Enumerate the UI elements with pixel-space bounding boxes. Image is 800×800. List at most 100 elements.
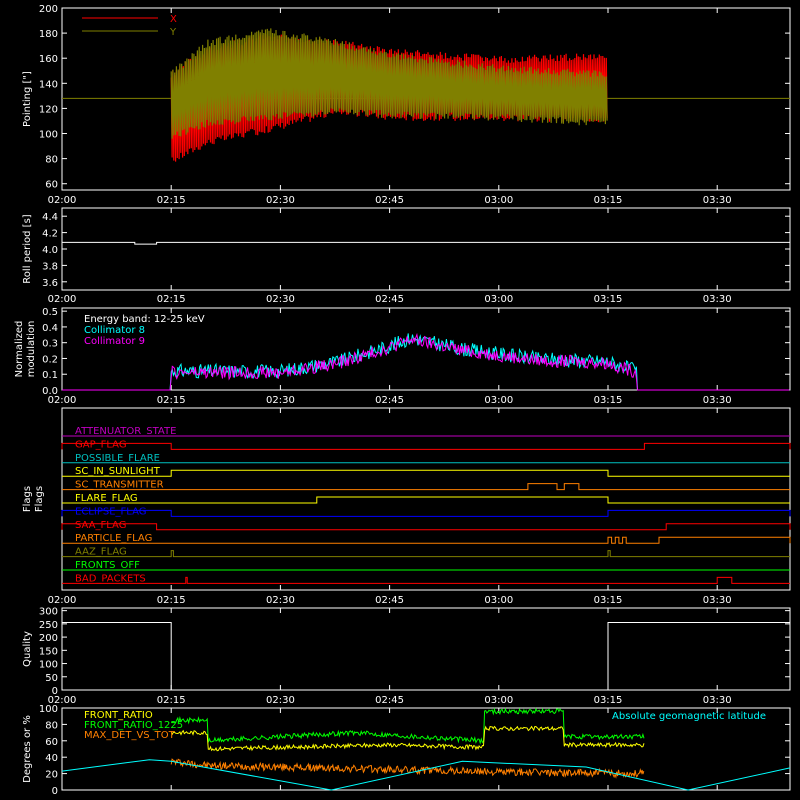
y-tick-label: 60 — [45, 180, 58, 191]
legend-label-geomagnetic-latitude: Absolute geomagnetic latitude — [612, 711, 766, 722]
y-tick-label: 4.4 — [42, 212, 58, 223]
y-tick-label: 140 — [39, 79, 58, 90]
y-tick-label: 100 — [39, 704, 58, 715]
y-axis-label: Pointing ["] — [22, 71, 33, 127]
legend-label-x: X — [170, 14, 177, 25]
x-tick-label: 02:00 — [48, 195, 77, 206]
flag-line-sc-in-sunlight — [62, 469, 790, 477]
x-tick-label: 03:15 — [594, 395, 623, 406]
y-axis-label: Degrees or % — [22, 715, 33, 783]
flag-label-flare-flag: FLARE_FLAG — [75, 493, 138, 504]
y-tick-label: 0.4 — [42, 323, 58, 334]
x-tick-label: 03:30 — [703, 294, 732, 305]
y-tick-label: 250 — [39, 620, 58, 631]
x-tick-label: 02:00 — [48, 294, 77, 305]
x-tick-label: 02:30 — [266, 395, 295, 406]
x-tick-label: 02:15 — [157, 195, 186, 206]
x-tick-label: 02:30 — [266, 195, 295, 206]
y-tick-label: 80 — [45, 155, 58, 166]
y-axis-label: Flags — [22, 486, 33, 512]
y-tick-label: 4.2 — [42, 229, 58, 240]
y-tick-label: 0 — [52, 686, 58, 697]
y-tick-label: 0.0 — [42, 386, 58, 397]
x-tick-label: 02:30 — [266, 294, 295, 305]
y-axis-label: Flags — [34, 486, 45, 512]
flag-line-saa-flag — [61, 523, 791, 531]
y-tick-label: 120 — [39, 104, 58, 115]
flag-label-particle-flag: PARTICLE_FLAG — [75, 533, 152, 544]
chart-canvas: 02:00 02:15 02:30 02:45 03:00 03:15 03:30 60 80 1… — [14, 4, 791, 797]
series-line-front-ratio-1225 — [171, 707, 645, 745]
x-tick-label: 03:00 — [484, 195, 513, 206]
flag-label-bad-packets: BAD_PACKETS — [75, 573, 146, 584]
y-tick-label: 0 — [52, 786, 58, 797]
x-tick-label: 02:45 — [375, 195, 404, 206]
x-tick-label: 03:30 — [703, 395, 732, 406]
x-tick-label: 02:45 — [375, 695, 404, 706]
x-tick-label: 03:30 — [703, 695, 732, 706]
y-tick-label: 200 — [39, 633, 58, 644]
y-tick-label: 3.6 — [42, 278, 58, 289]
panel-frame-roll — [61, 207, 791, 291]
y-tick-label: 160 — [39, 54, 58, 65]
x-tick-label: 02:45 — [375, 395, 404, 406]
flag-line-aaz-flag — [62, 550, 790, 558]
y-tick-label: 20 — [45, 770, 58, 781]
x-tick-label: 03:15 — [594, 195, 623, 206]
flag-label-saa-flag: SAA_FLAG — [75, 520, 126, 531]
y-tick-label: 80 — [45, 720, 58, 731]
x-tick-label: 02:15 — [157, 595, 186, 606]
x-tick-label: 03:00 — [484, 695, 513, 706]
legend-label-y: Y — [169, 27, 177, 38]
series-line-collimator-9 — [62, 332, 790, 391]
x-tick-label: 03:00 — [484, 395, 513, 406]
x-tick-label: 02:45 — [375, 595, 404, 606]
x-tick-label: 02:00 — [48, 595, 77, 606]
flag-label-sc-in-sunlight: SC_IN_SUNLIGHT — [75, 466, 161, 477]
y-tick-label: 100 — [39, 660, 58, 671]
x-tick-label: 03:00 — [484, 595, 513, 606]
x-tick-label: 02:30 — [266, 695, 295, 706]
series-line-quality — [62, 622, 790, 691]
annotation-energy-band: Energy band: 12-25 keV — [84, 314, 205, 325]
y-tick-label: 300 — [39, 607, 58, 618]
flag-label-aaz-flag: AAZ_FLAG — [75, 547, 127, 558]
y-tick-label: 4.0 — [42, 245, 58, 256]
y-tick-label: 40 — [45, 753, 58, 764]
x-tick-label: 02:15 — [157, 395, 186, 406]
y-tick-label: 0.2 — [42, 354, 58, 365]
x-tick-label: 02:30 — [266, 595, 295, 606]
x-tick-label: 03:15 — [594, 695, 623, 706]
series-line-roll — [62, 241, 790, 245]
legend-label-collimator-9: Collimator 9 — [84, 336, 145, 347]
flag-line-sc-transmitter — [62, 483, 790, 491]
x-tick-label: 03:15 — [594, 595, 623, 606]
x-tick-label: 02:15 — [157, 695, 186, 706]
y-tick-label: 100 — [39, 130, 58, 141]
y-tick-label: 50 — [45, 673, 58, 684]
x-tick-label: 03:00 — [484, 294, 513, 305]
y-tick-label: 0.5 — [42, 307, 58, 318]
flag-line-flare-flag — [62, 496, 790, 504]
x-tick-label: 02:15 — [157, 294, 186, 305]
flag-line-gap-flag — [61, 442, 791, 450]
flag-label-fronts-off: FRONTS_OFF — [75, 560, 140, 571]
x-tick-label: 02:45 — [375, 294, 404, 305]
y-tick-label: 60 — [45, 737, 58, 748]
y-tick-label: 180 — [39, 29, 58, 40]
x-tick-label: 03:15 — [594, 294, 623, 305]
legend-label-collimator-8: Collimator 8 — [84, 325, 145, 336]
flag-label-gap-flag: GAP_FLAG — [75, 439, 127, 450]
flag-label-possible-flare: POSSIBLE_FLARE — [75, 453, 160, 464]
x-tick-label: 03:30 — [703, 195, 732, 206]
y-axis-label: Roll period [s] — [22, 214, 33, 283]
flag-label-eclipse-flag: ECLIPSE_FLAG — [75, 506, 146, 517]
series-band-y — [170, 28, 608, 139]
x-tick-label: 03:30 — [703, 595, 732, 606]
flag-line-bad-packets — [62, 576, 790, 584]
y-axis-label: modulation — [26, 321, 37, 378]
y-tick-label: 0.1 — [42, 370, 58, 381]
flag-line-eclipse-flag — [61, 509, 791, 517]
y-tick-label: 150 — [39, 646, 58, 657]
y-tick-label: 0.3 — [42, 339, 58, 350]
